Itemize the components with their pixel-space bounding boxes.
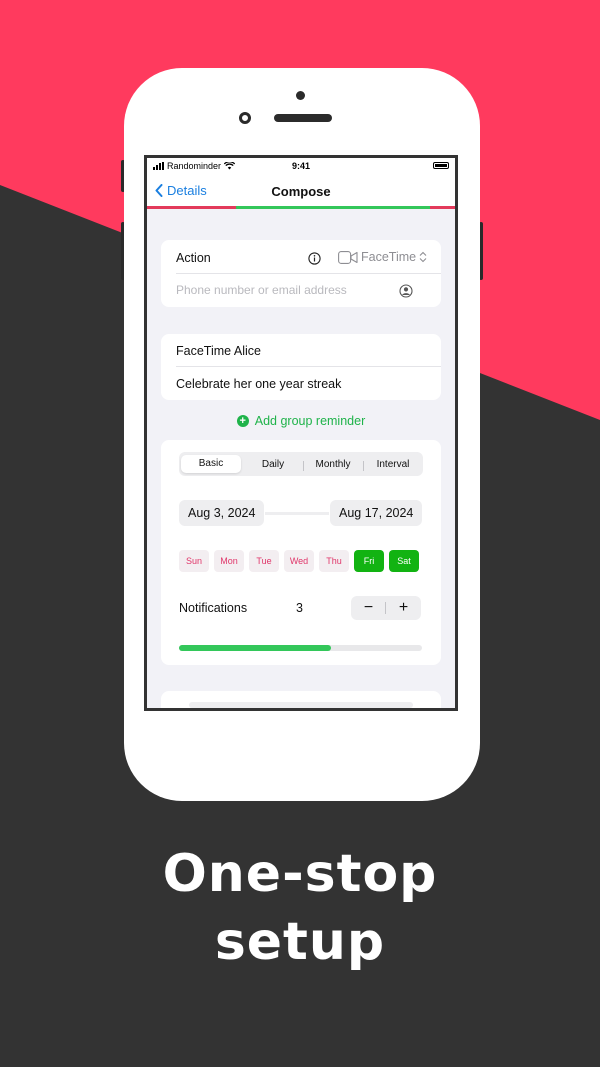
next-card-control-partial — [189, 702, 413, 708]
notifications-stepper: − + — [351, 596, 421, 620]
decrement-button[interactable]: − — [351, 596, 386, 620]
notifications-count: 3 — [296, 601, 303, 615]
schedule-segmented-control: Basic Daily Monthly Interval — [179, 452, 423, 476]
promo-headline: One-stop setup — [0, 840, 600, 976]
page-title: Compose — [271, 184, 331, 199]
day-sun[interactable]: Sun — [179, 550, 209, 572]
action-card: Action FaceTime Phone number or email ad… — [161, 240, 441, 307]
header-progress-strip — [147, 206, 455, 209]
day-sat[interactable]: Sat — [389, 550, 419, 572]
headline-line-2: setup — [214, 912, 386, 972]
reminder-body-field[interactable]: Celebrate her one year streak — [176, 377, 341, 391]
status-time: 9:41 — [291, 161, 310, 171]
stepper-divider — [385, 602, 386, 614]
schedule-card: Basic Daily Monthly Interval Aug 3, 2024… — [161, 440, 441, 665]
action-divider — [176, 273, 441, 274]
tab-basic[interactable]: Basic — [181, 455, 241, 473]
tab-daily[interactable]: Daily — [243, 459, 303, 470]
battery-icon — [433, 162, 449, 169]
schedule-progress-bar — [179, 645, 422, 651]
plus-circle-icon: + — [236, 415, 249, 427]
schedule-progress-fill — [179, 645, 331, 651]
status-bar: Randominder 9:41 — [147, 158, 455, 176]
message-divider — [176, 366, 441, 367]
add-group-button[interactable]: + Add group reminder — [147, 414, 455, 428]
service-picker[interactable]: FaceTime — [338, 250, 427, 264]
day-tue[interactable]: Tue — [249, 550, 279, 572]
info-icon[interactable] — [308, 252, 321, 265]
service-label: FaceTime — [361, 250, 417, 264]
date-range-connector — [265, 512, 329, 515]
chevron-up-down-icon — [419, 251, 427, 263]
headline-line-1: One-stop — [162, 844, 438, 904]
day-mon[interactable]: Mon — [214, 550, 244, 572]
day-fri[interactable]: Fri — [354, 550, 384, 572]
increment-button[interactable]: + — [386, 596, 421, 620]
speaker-grille — [274, 114, 332, 122]
contact-field[interactable]: Phone number or email address — [176, 283, 347, 297]
front-camera-icon — [239, 112, 251, 124]
camera-dot-icon — [296, 91, 305, 100]
person-circle-icon[interactable] — [399, 284, 413, 298]
start-date-picker[interactable]: Aug 3, 2024 — [179, 500, 265, 526]
add-group-label: Add group reminder — [254, 414, 366, 428]
weekday-selector: Sun Mon Tue Wed Thu Fri Sat — [179, 550, 419, 572]
tab-interval[interactable]: Interval — [363, 459, 423, 471]
action-label: Action — [176, 251, 211, 265]
end-date-picker[interactable]: Aug 17, 2024 — [330, 500, 423, 526]
day-thu[interactable]: Thu — [319, 550, 349, 572]
message-card: FaceTime Alice Celebrate her one year st… — [161, 334, 441, 400]
nav-bar: Details Compose — [147, 176, 455, 208]
tab-monthly[interactable]: Monthly — [303, 459, 363, 471]
day-wed[interactable]: Wed — [284, 550, 314, 572]
video-camera-icon — [338, 250, 358, 264]
phone-screen: Randominder 9:41 Details Compose Action — [144, 155, 458, 711]
notifications-label: Notifications — [179, 601, 248, 615]
next-card-partial — [161, 691, 441, 708]
reminder-title-field[interactable]: FaceTime Alice — [176, 344, 261, 358]
